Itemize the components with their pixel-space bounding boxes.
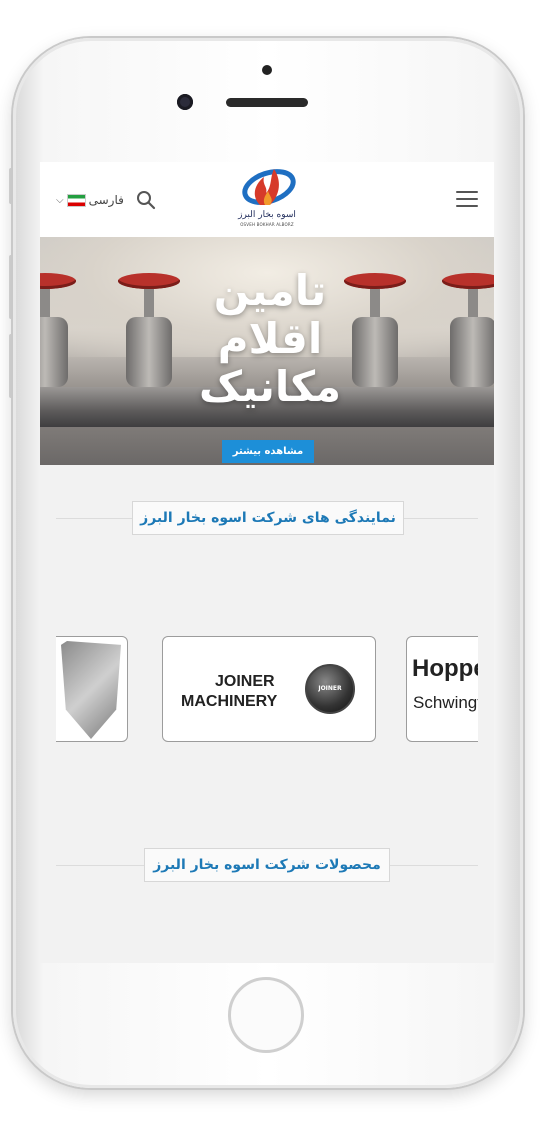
hero-title: تامین اقلام مکانیک [170, 267, 370, 411]
section-title-box: نمایندگی های شرکت اسوه بخار البرز [132, 501, 404, 535]
brand-name-line2: MACHINERY [181, 693, 278, 710]
site-logo[interactable]: اسوه بخار البرز OSVEH BOKHAR ALBORZ [236, 165, 298, 235]
valve-image [118, 273, 180, 387]
valve-image [442, 273, 494, 387]
menu-icon[interactable] [456, 191, 478, 207]
brand-name-line1: JOINER [215, 673, 275, 690]
see-more-button[interactable]: مشاهده بیشتر [222, 440, 314, 463]
language-selector[interactable]: ⌵ فارسی [56, 191, 124, 209]
phone-screen: ⌵ فارسی اسوه بخار البرز OSVEH BOKHAR ALB… [40, 162, 494, 963]
brand-name-line1: Hoppe [412, 655, 478, 682]
shield-logo-icon [61, 641, 121, 739]
joiner-logo-icon: JOINER [305, 664, 355, 714]
brand-card-joiner[interactable]: JOINER MACHINERY JOINER [162, 636, 376, 742]
products-section-heading: محصولات شرکت اسوه بخار البرز [56, 848, 478, 882]
brand-name-line2: Schwingt [413, 693, 478, 712]
hero-title-line: اقلام [217, 314, 323, 363]
logo-title: اسوه بخار البرز [238, 210, 296, 220]
flame-logo-icon [242, 169, 296, 205]
brand-card-hoppe[interactable]: Hoppe Schwingt [406, 636, 478, 742]
hero-title-line: مکانیک [198, 362, 342, 411]
valve-image [40, 273, 76, 387]
home-button[interactable] [228, 977, 304, 1053]
earpiece-speaker [226, 98, 308, 107]
hero-banner: تامین اقلام مکانیک مشاهده بیشتر [40, 237, 494, 465]
proximity-sensor [262, 65, 272, 75]
brands-carousel[interactable]: JOINER MACHINERY JOINER Hoppe Schwingt [56, 636, 478, 744]
hero-title-line: تامین [213, 266, 327, 315]
chevron-down-icon: ⌵ [56, 194, 64, 206]
iran-flag-icon [66, 193, 86, 207]
front-camera [177, 94, 193, 110]
section-title-box: محصولات شرکت اسوه بخار البرز [144, 848, 390, 882]
logo-subtitle: OSVEH BOKHAR ALBORZ [240, 222, 294, 227]
language-label: فارسی [88, 193, 124, 207]
search-icon[interactable] [136, 190, 156, 210]
site-header: ⌵ فارسی اسوه بخار البرز OSVEH BOKHAR ALB… [40, 162, 494, 237]
representations-section-heading: نمایندگی های شرکت اسوه بخار البرز [56, 501, 478, 535]
joiner-badge-text: JOINER [318, 685, 342, 692]
brand-card[interactable] [56, 636, 128, 742]
